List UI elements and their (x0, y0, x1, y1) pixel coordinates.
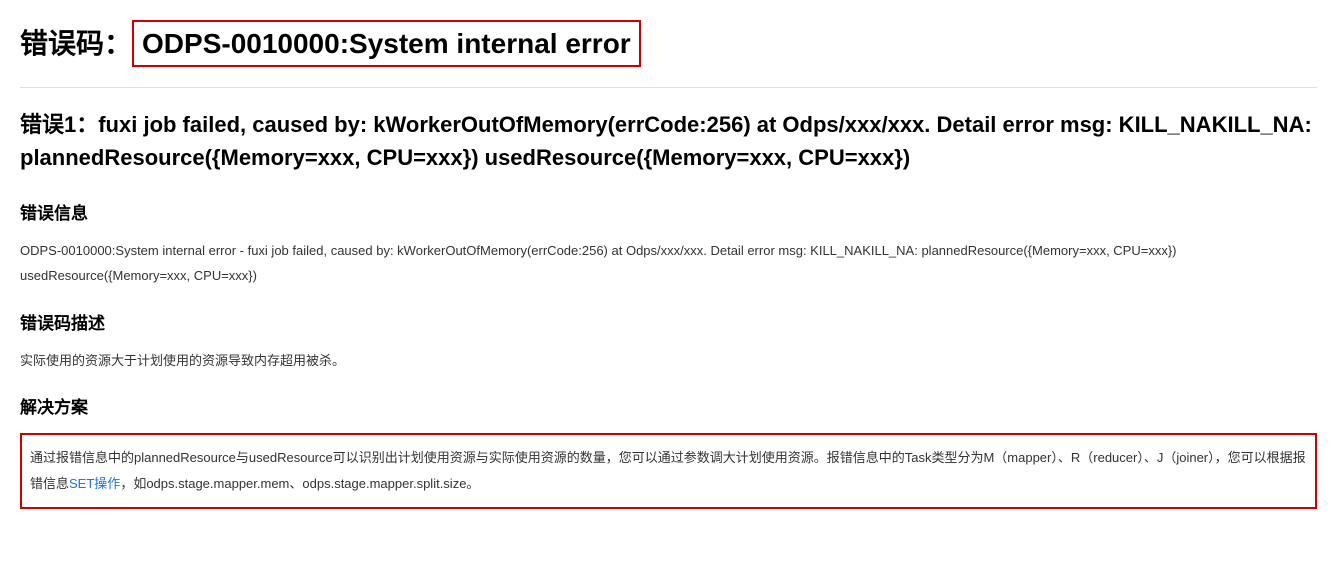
error-subtitle: 错误1：fuxi job failed, caused by: kWorkerO… (20, 108, 1317, 174)
solution-box: 通过报错信息中的plannedResource与usedResource可以识别… (20, 433, 1317, 509)
error-code-prefix: 错误码： (20, 28, 132, 59)
solution-heading: 解决方案 (20, 393, 1317, 418)
page-title: 错误码：ODPS-0010000:System internal error (20, 20, 1317, 67)
set-operation-link[interactable]: SET操作 (69, 476, 120, 491)
description-heading: 错误码描述 (20, 309, 1317, 334)
description-text: 实际使用的资源大于计划使用的资源导致内存超用被杀。 (20, 349, 1317, 374)
error-info-heading: 错误信息 (20, 199, 1317, 224)
error-code-highlight: ODPS-0010000:System internal error (132, 20, 641, 67)
divider (20, 87, 1317, 88)
solution-text-after: ，如odps.stage.mapper.mem、odps.stage.mappe… (120, 476, 479, 491)
error-info-text: ODPS-0010000:System internal error - fux… (20, 239, 1317, 288)
